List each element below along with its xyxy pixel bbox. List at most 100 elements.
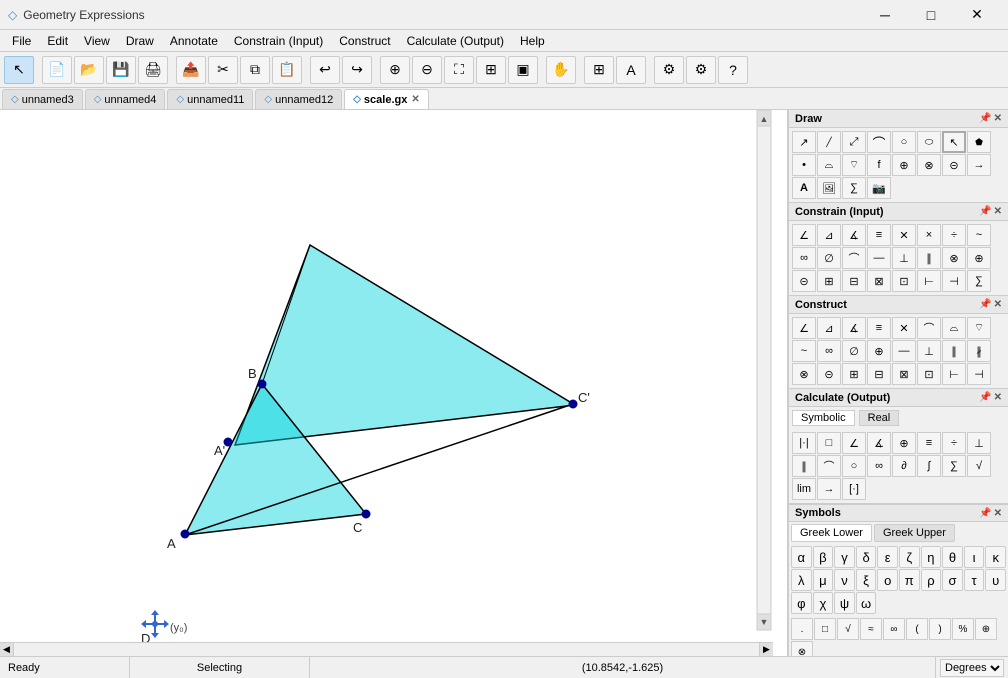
sym-btn-δ[interactable]: δ <box>856 546 877 568</box>
con-par[interactable]: ∥ <box>917 247 941 269</box>
draw-seg[interactable]: ╱ <box>817 131 841 153</box>
cst-cross[interactable]: ✕ <box>892 317 916 339</box>
sym-btn-ω[interactable]: ω <box>856 592 877 614</box>
tab-unnamed4[interactable]: ◇unnamed4 <box>85 89 166 109</box>
cst-par[interactable]: ∥ <box>942 340 966 362</box>
sym-extra-btn[interactable]: √ <box>837 618 859 640</box>
calc-slope[interactable]: ∡ <box>867 432 891 454</box>
sym-btn-ξ[interactable]: ξ <box>856 569 877 591</box>
cst-sym[interactable]: ⊗ <box>792 363 816 385</box>
calc-inf[interactable]: ∞ <box>867 455 891 477</box>
tab-scale[interactable]: ◇scale.gx✕ <box>344 89 429 109</box>
calc-eq[interactable]: ≡ <box>917 432 941 454</box>
sym-btn-ι[interactable]: ι <box>964 546 985 568</box>
sym-extra-btn[interactable]: ≈ <box>860 618 882 640</box>
sym-extra-btn[interactable]: . <box>791 618 813 640</box>
constrain-panel-close[interactable]: ✕ <box>994 206 1002 217</box>
toolbar-btn-cut[interactable]: ✂ <box>208 56 238 84</box>
sym-btn-χ[interactable]: χ <box>813 592 834 614</box>
cst-ang[interactable]: ∠ <box>792 317 816 339</box>
con-coord2[interactable]: ⊡ <box>892 270 916 292</box>
draw-ray[interactable]: ⤢ <box>842 131 866 153</box>
calc-coord[interactable]: ⊕ <box>892 432 916 454</box>
toolbar-btn-select[interactable]: ↖ <box>4 56 34 84</box>
point-b[interactable] <box>258 380 266 388</box>
draw-implicit[interactable]: ⊕ <box>892 154 916 176</box>
menu-item-construct[interactable]: Construct <box>331 32 398 50</box>
cst-minus[interactable]: ⊝ <box>817 363 841 385</box>
con-mult[interactable]: × <box>917 224 941 246</box>
sym-tab-upper[interactable]: Greek Upper <box>874 524 955 542</box>
toolbar-btn-copy[interactable]: ⧉ <box>240 56 270 84</box>
menu-item-help[interactable]: Help <box>512 32 553 50</box>
cst-sq[interactable]: ⊞ <box>842 363 866 385</box>
minimize-button[interactable]: ─ <box>862 0 908 30</box>
tab-unnamed11[interactable]: ◇unnamed11 <box>167 89 253 109</box>
menu-item-file[interactable]: File <box>4 32 39 50</box>
con-coord[interactable]: ⊠ <box>867 270 891 292</box>
menu-item-edit[interactable]: Edit <box>39 32 76 50</box>
sym-btn-ν[interactable]: ν <box>834 569 855 591</box>
calc-arc[interactable]: ⌒ <box>817 455 841 477</box>
cst-plus[interactable]: ⊕ <box>867 340 891 362</box>
draw-line[interactable]: ↗ <box>792 131 816 153</box>
toolbar-btn-grid[interactable]: ⊞ <box>584 56 614 84</box>
calc-lim[interactable]: lim <box>792 478 816 500</box>
toolbar-btn-redo[interactable]: ↪ <box>342 56 372 84</box>
cst-sq2[interactable]: ⊟ <box>867 363 891 385</box>
menu-item-annotate[interactable]: Annotate <box>162 32 226 50</box>
sym-btn-ε[interactable]: ε <box>877 546 898 568</box>
draw-select[interactable]: ↖ <box>942 131 966 153</box>
con-inf[interactable]: ∞ <box>792 247 816 269</box>
tab-unnamed12[interactable]: ◇unnamed12 <box>255 89 342 109</box>
draw-text[interactable]: A <box>792 177 816 199</box>
constrain-panel-pin[interactable]: 📌 <box>979 206 991 217</box>
calc-vec[interactable]: → <box>817 478 841 500</box>
sym-btn-ρ[interactable]: ρ <box>921 569 942 591</box>
con-perp[interactable]: ⊥ <box>892 247 916 269</box>
con-div[interactable]: ÷ <box>942 224 966 246</box>
draw-ellipse[interactable]: ⬭ <box>917 131 941 153</box>
calc-root[interactable]: √ <box>967 455 991 477</box>
sym-btn-α[interactable]: α <box>791 546 812 568</box>
tab-unnamed3[interactable]: ◇unnamed3 <box>2 89 83 109</box>
sym-btn-φ[interactable]: φ <box>791 592 812 614</box>
draw-func[interactable]: f <box>867 154 891 176</box>
con-null[interactable]: ∅ <box>817 247 841 269</box>
con-sym[interactable]: ⊗ <box>942 247 966 269</box>
sym-btn-ψ[interactable]: ψ <box>834 592 855 614</box>
tab-close-scale[interactable]: ✕ <box>411 94 419 105</box>
toolbar-btn-zoom-sel[interactable]: ⊞ <box>476 56 506 84</box>
cst-line[interactable]: — <box>892 340 916 362</box>
close-button[interactable]: ✕ <box>954 0 1000 30</box>
sym-extra-btn[interactable]: ⊗ <box>791 641 813 656</box>
toolbar-btn-print[interactable]: 🖨 <box>138 56 168 84</box>
sym-extra-btn[interactable]: ⊕ <box>975 618 997 640</box>
sym-btn-γ[interactable]: γ <box>834 546 855 568</box>
calc-sum[interactable]: ∑ <box>942 455 966 477</box>
calc-dist[interactable]: |·| <box>792 432 816 454</box>
sym-btn-υ[interactable]: υ <box>985 569 1006 591</box>
unit-select[interactable]: Degrees Radians <box>940 659 1004 677</box>
sym-btn-λ[interactable]: λ <box>791 569 812 591</box>
calc-circ[interactable]: ○ <box>842 455 866 477</box>
calc-perp[interactable]: ⊥ <box>967 432 991 454</box>
calc-ratio[interactable]: ÷ <box>942 432 966 454</box>
cst-arc[interactable]: ⌒ <box>917 317 941 339</box>
calc-tab-real[interactable]: Real <box>859 410 900 426</box>
con-eq[interactable]: ≡ <box>867 224 891 246</box>
cst-tilde[interactable]: ~ <box>792 340 816 362</box>
cst-arc2[interactable]: ⌓ <box>942 317 966 339</box>
toolbar-btn-new[interactable]: 📄 <box>42 56 72 84</box>
symbols-panel-close[interactable]: ✕ <box>994 508 1002 519</box>
cst-o[interactable]: ⊡ <box>917 363 941 385</box>
canvas-area[interactable]: B A' C' A C D (y₀) <box>0 110 788 656</box>
menu-item-view[interactable]: View <box>76 32 118 50</box>
maximize-button[interactable]: □ <box>908 0 954 30</box>
toolbar-btn-paste[interactable]: 📋 <box>272 56 302 84</box>
con-tilde[interactable]: ~ <box>967 224 991 246</box>
con-sq2[interactable]: ⊟ <box>842 270 866 292</box>
toolbar-btn-zoom-page[interactable]: ▣ <box>508 56 538 84</box>
sym-btn-θ[interactable]: θ <box>942 546 963 568</box>
draw-arc[interactable]: ⌒ <box>867 131 891 153</box>
